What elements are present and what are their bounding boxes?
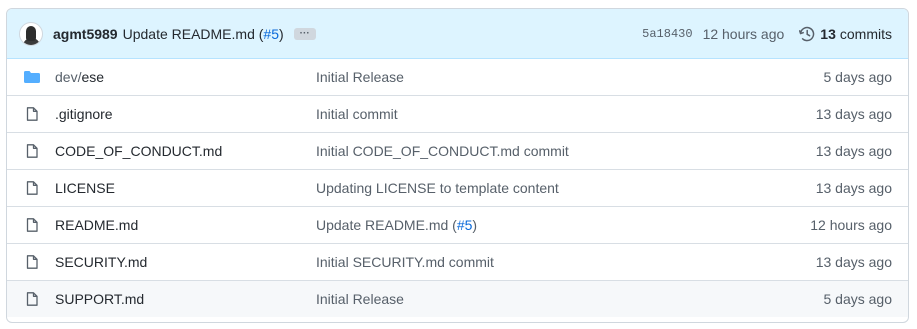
file-name-link[interactable]: CODE_OF_CONDUCT.md: [55, 143, 222, 159]
file-commit-message-link[interactable]: Initial CODE_OF_CONDUCT.md commit: [316, 143, 569, 159]
file-icon: [26, 144, 38, 158]
file-commit-time: 13 days ago: [815, 254, 892, 270]
file-name-link[interactable]: README.md: [55, 217, 138, 233]
file-row: .gitignore Initial commit 13 days ago: [7, 95, 908, 132]
file-commit-message-link[interactable]: Initial Release: [316, 291, 404, 307]
file-commit-time: 13 days ago: [815, 106, 892, 122]
file-name-link[interactable]: LICENSE: [55, 180, 115, 196]
file-list: dev/ese Initial Release 5 days ago .giti…: [7, 59, 908, 317]
file-commit-time: 13 days ago: [815, 143, 892, 159]
commit-time: 12 hours ago: [702, 25, 785, 42]
file-name-link[interactable]: .gitignore: [55, 106, 113, 122]
file-commit-time: 12 hours ago: [810, 217, 892, 233]
file-commit-time: 13 days ago: [815, 180, 892, 196]
file-commit-message-link[interactable]: Initial commit: [316, 106, 398, 122]
file-browser: agmt5989 Update README.md (#5) ··· 5a184…: [6, 8, 909, 323]
expand-message-button[interactable]: ···: [293, 27, 316, 40]
folder-icon: [24, 71, 40, 83]
file-commit-message-link[interactable]: Initial SECURITY.md commit: [316, 254, 494, 270]
file-row: LICENSE Updating LICENSE to template con…: [7, 169, 908, 206]
file-icon: [26, 181, 38, 195]
commit-message[interactable]: Update README.md (#5): [123, 26, 284, 42]
file-icon: [26, 292, 38, 306]
file-name-link[interactable]: SUPPORT.md: [55, 291, 144, 307]
file-commit-message-link[interactable]: Updating LICENSE to template content: [316, 180, 559, 196]
file-icon: [26, 218, 38, 232]
file-row: SECURITY.md Initial SECURITY.md commit 1…: [7, 243, 908, 280]
file-commit-message[interactable]: Update README.md (#5): [316, 217, 477, 233]
author-avatar[interactable]: [19, 21, 43, 46]
pr-link[interactable]: #5: [263, 26, 279, 42]
commit-sha-link[interactable]: 5a18430: [642, 27, 692, 41]
file-row: CODE_OF_CONDUCT.md Initial CODE_OF_CONDU…: [7, 132, 908, 169]
history-icon: [799, 26, 815, 41]
file-icon: [26, 255, 38, 269]
file-commit-time: 5 days ago: [823, 69, 893, 85]
file-row: dev/ese Initial Release 5 days ago: [7, 59, 908, 95]
file-row: SUPPORT.md Initial Release 5 days ago: [7, 280, 908, 317]
file-name-link[interactable]: SECURITY.md: [55, 254, 147, 270]
latest-commit-bar: agmt5989 Update README.md (#5) ··· 5a184…: [7, 9, 908, 59]
file-name-link[interactable]: dev/ese: [55, 69, 104, 85]
commit-author-link[interactable]: agmt5989: [53, 26, 118, 42]
file-commit-time: 5 days ago: [823, 291, 893, 307]
file-icon: [26, 107, 38, 121]
commits-history-link[interactable]: 13 commits: [799, 26, 892, 42]
pr-link[interactable]: #5: [457, 217, 473, 233]
file-row: README.md Update README.md (#5) 12 hours…: [7, 206, 908, 243]
file-commit-message-link[interactable]: Initial Release: [316, 69, 404, 85]
